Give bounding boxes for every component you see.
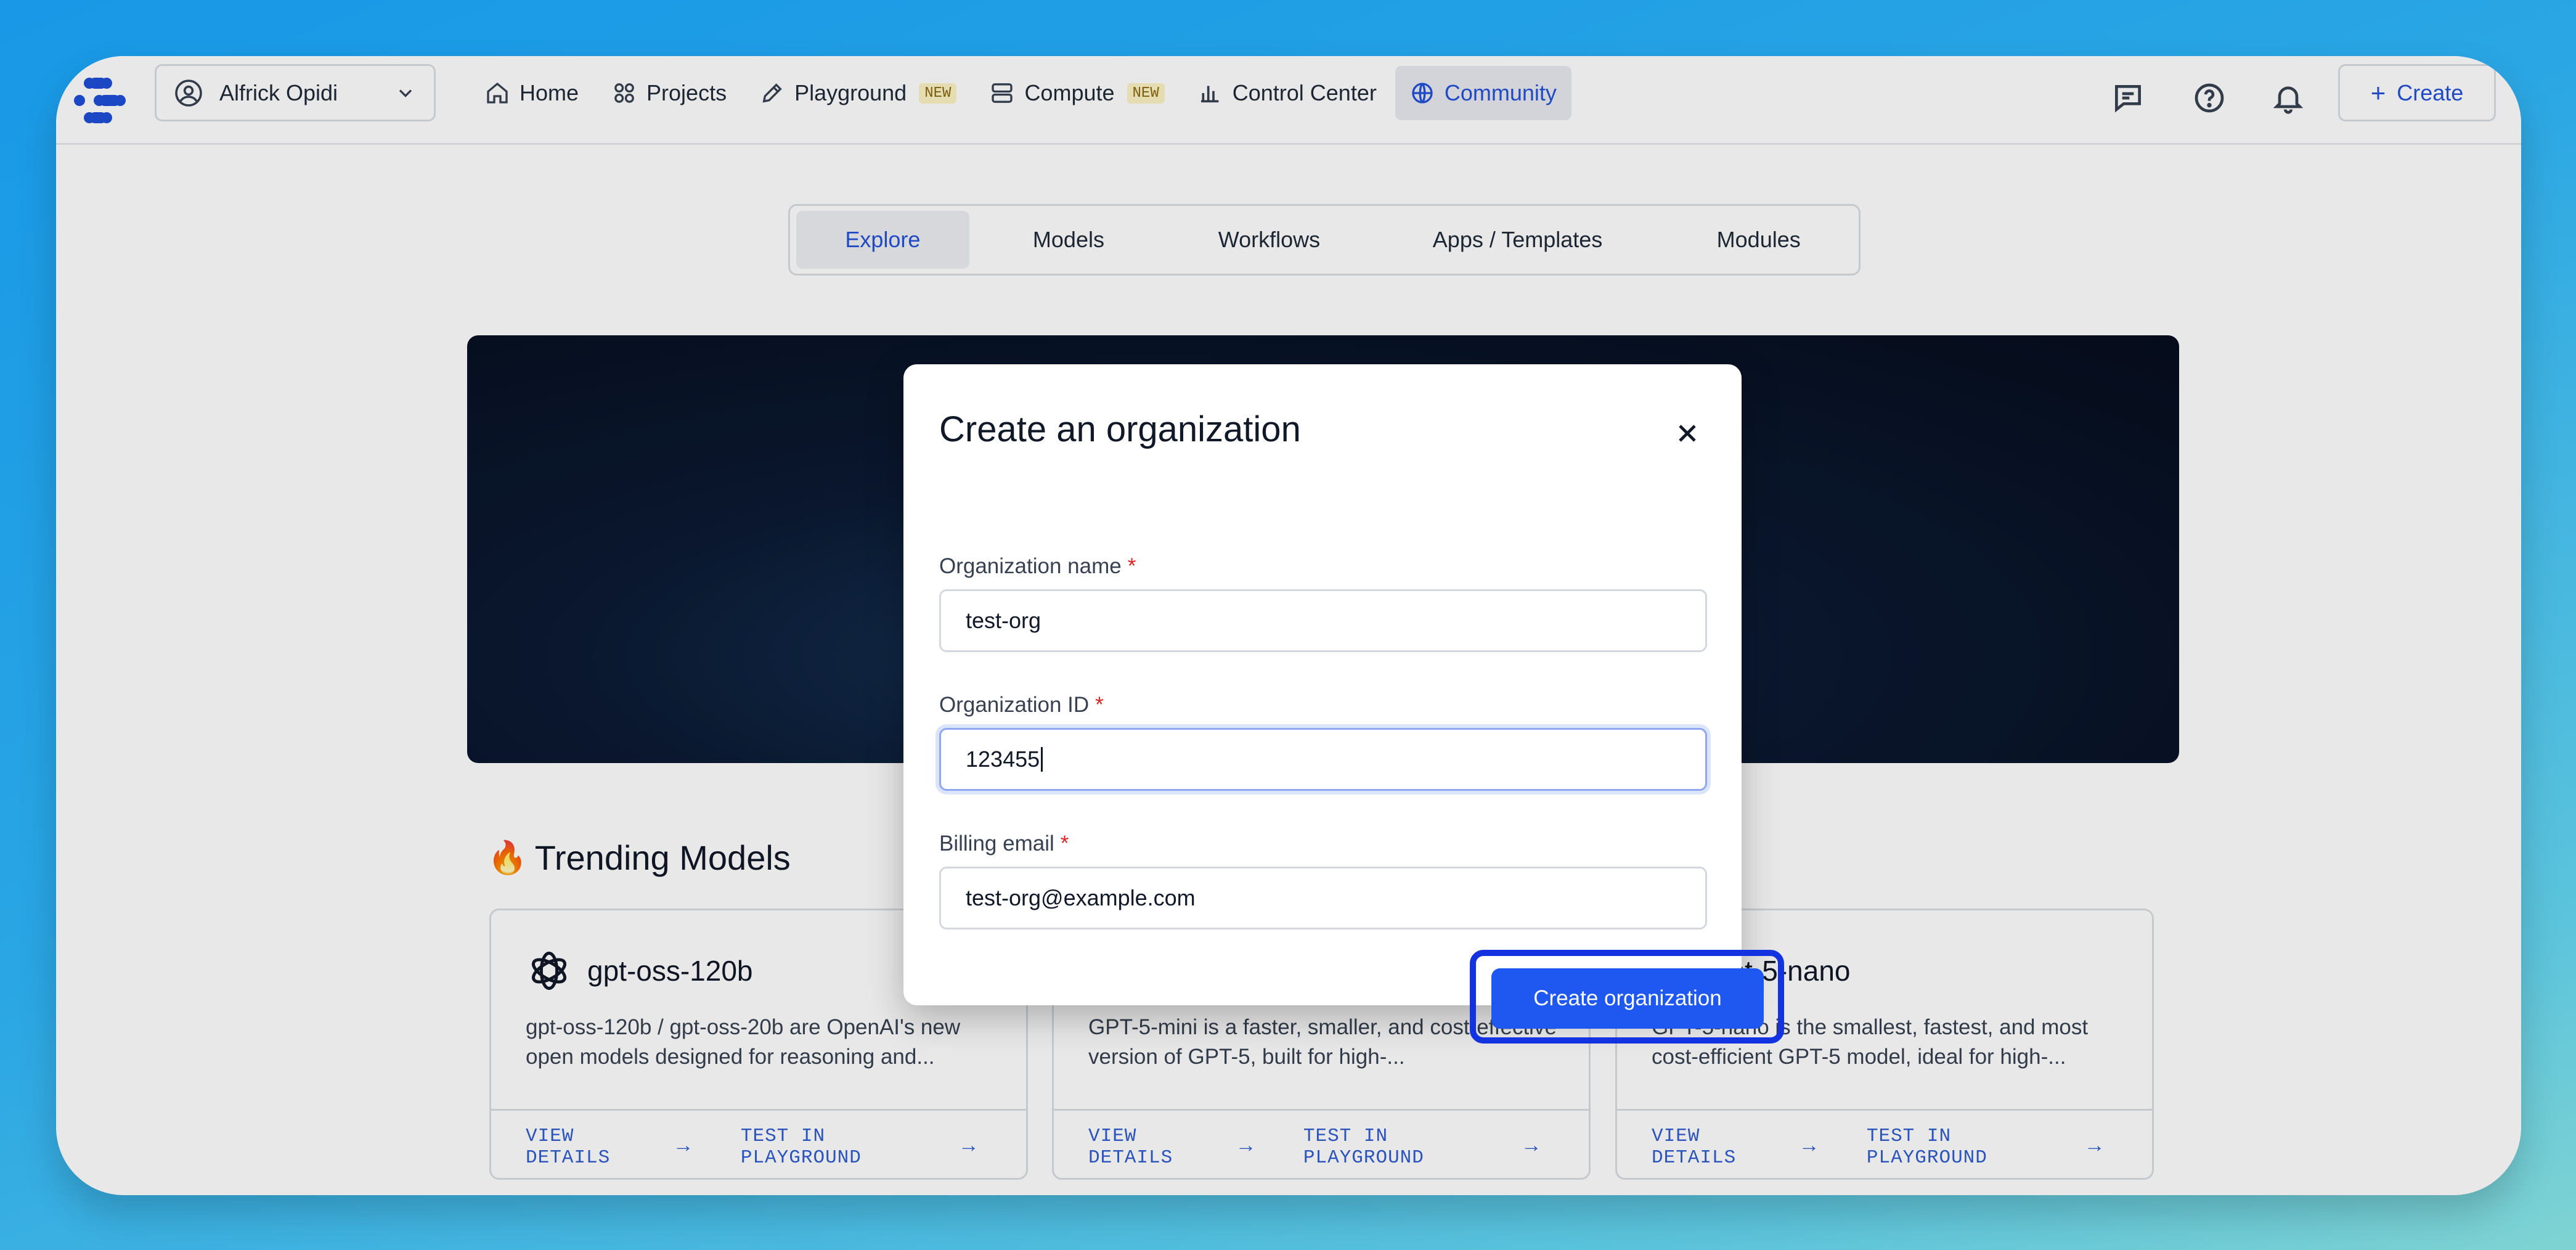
modal-title: Create an organization: [939, 409, 1301, 449]
organization-name-label-text: Organization name: [939, 554, 1122, 578]
organization-id-label: Organization ID *: [939, 693, 1104, 717]
billing-email-label-text: Billing email: [939, 831, 1054, 856]
organization-id-input[interactable]: 123455: [939, 728, 1707, 791]
close-icon[interactable]: [1673, 419, 1702, 448]
organization-id-label-text: Organization ID: [939, 693, 1090, 717]
organization-name-label: Organization name *: [939, 554, 1136, 579]
organization-id-value: 123455: [966, 746, 1040, 772]
organization-name-input[interactable]: test-org: [939, 589, 1707, 652]
create-organization-button[interactable]: Create organization: [1491, 968, 1764, 1029]
create-organization-modal: Create an organization Organization name…: [903, 364, 1742, 1005]
required-marker: *: [1127, 554, 1136, 578]
app-window: Alfrick Opidi Home Projects Playground N…: [56, 56, 2521, 1195]
billing-email-value: test-org@example.com: [966, 885, 1196, 910]
text-caret: [1041, 747, 1043, 772]
required-marker: *: [1095, 693, 1104, 717]
billing-email-input[interactable]: test-org@example.com: [939, 867, 1707, 929]
required-marker: *: [1060, 831, 1069, 856]
billing-email-label: Billing email *: [939, 831, 1069, 856]
organization-name-value: test-org: [966, 608, 1041, 633]
